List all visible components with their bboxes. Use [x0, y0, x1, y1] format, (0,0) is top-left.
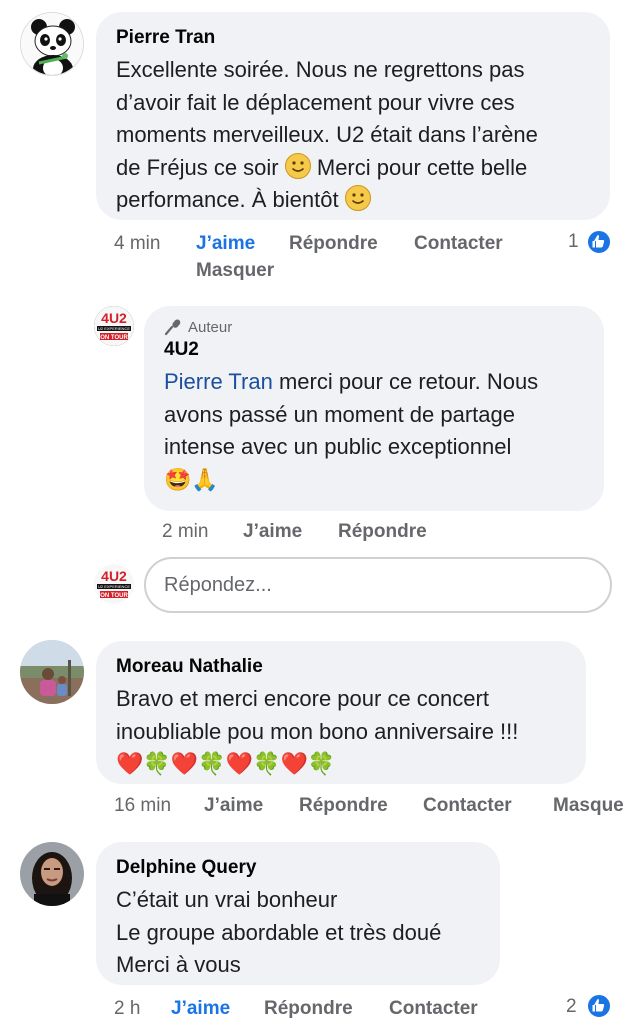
reply-line: Pierre Tran merci pour ce retour. Nous [164, 366, 584, 399]
logo-tagline: U2 EXPERIENCE [98, 326, 130, 331]
logo-text: 4U2 [101, 568, 127, 584]
smile-emoji-icon [284, 152, 311, 179]
reply-input-placeholder: Répondez... [164, 573, 272, 596]
mention-link[interactable]: Pierre Tran [164, 369, 273, 394]
heart-emoji-icon: ❤️ [225, 751, 254, 776]
heart-emoji-icon: ❤️ [116, 751, 144, 776]
like-count[interactable]: 2 [566, 996, 577, 1018]
like-button[interactable]: J’aime [171, 996, 230, 1022]
profile-photo-icon [20, 640, 84, 704]
reply-line-part: merci pour ce retour. Nous [278, 369, 539, 394]
like-button[interactable]: J’aime [196, 231, 255, 257]
heart-emoji-icon: ❤️ [170, 751, 199, 776]
comment-line: de Fréjus ce soir Merci pour cette belle [116, 152, 590, 185]
reply-text: Pierre Tran merci pour ce retour. Nous a… [164, 366, 584, 496]
logo-tagline: U2 EXPERIENCE [98, 584, 130, 589]
heart-emoji-icon: ❤️ [280, 751, 308, 776]
profile-photo-icon [20, 842, 84, 906]
comment-bubble: Moreau Nathalie Bravo et merci encore po… [96, 641, 586, 784]
reply-button[interactable]: Répondre [264, 996, 353, 1022]
hide-button[interactable]: Masque [553, 793, 624, 819]
contact-button[interactable]: Contacter [414, 231, 503, 257]
avatar[interactable] [20, 640, 84, 704]
comment-bubble: Delphine Query C’était un vrai bonheur L… [96, 842, 500, 985]
reply-button[interactable]: Répondre [289, 231, 378, 257]
avatar[interactable]: 4U2 U2 EXPERIENCE ON TOUR [94, 306, 134, 346]
contact-button[interactable]: Contacter [389, 996, 478, 1022]
comment-line: moments merveilleux. U2 était dans l’arè… [116, 122, 538, 147]
comment-line-part: performance. À bientôt [116, 187, 339, 212]
logo-text: 4U2 [101, 310, 127, 326]
comment-author[interactable]: Moreau Nathalie [116, 655, 566, 679]
praying-hands-emoji-icon: 🙏 [191, 466, 219, 492]
like-count[interactable]: 1 [568, 231, 579, 253]
smile-emoji-icon [344, 185, 371, 211]
logo-tour: ON TOUR [100, 593, 128, 599]
comment-line: performance. À bientôt [116, 184, 590, 217]
reply-line: avons passé un moment de partage [164, 401, 516, 427]
comment-author[interactable]: Pierre Tran [116, 26, 590, 50]
timestamp: 4 min [114, 233, 161, 254]
star-struck-emoji-icon: 🤩 [164, 466, 192, 492]
like-button[interactable]: J’aime [243, 519, 302, 545]
reply-bubble: Auteur 4U2 Pierre Tran merci pour ce ret… [144, 306, 604, 511]
comment-line: inoubliable pou mon bono anniversaire !!… [116, 718, 519, 744]
comment-line: Excellente soirée. Nous ne regrettons pa… [116, 57, 525, 82]
4u2-logo-icon: 4U2 U2 EXPERIENCE ON TOUR [94, 306, 134, 346]
reply-emoji-line: 🤩🙏 [164, 464, 584, 497]
comment-text: Bravo et merci encore pour ce concert in… [116, 683, 566, 781]
avatar[interactable] [20, 842, 84, 906]
comment-text: Excellente soirée. Nous ne regrettons pa… [116, 54, 590, 217]
comment-line: Le groupe abordable et très doué [116, 919, 442, 945]
timestamp: 2 min [162, 521, 209, 542]
hide-button[interactable]: Masquer [196, 258, 274, 284]
comment-line: Bravo et merci encore pour ce concert [116, 686, 489, 711]
panda-icon [21, 13, 83, 75]
avatar: 4U2 U2 EXPERIENCE ON TOUR [94, 564, 134, 604]
timestamp: 16 min [114, 795, 172, 816]
clover-emoji-icon: 🍀 [253, 751, 281, 776]
comment-emoji-line: ❤️🍀❤️🍀❤️🍀❤️🍀 [116, 748, 566, 781]
like-reaction-icon[interactable] [586, 993, 612, 1019]
avatar[interactable] [20, 12, 84, 76]
like-reaction-icon[interactable] [586, 229, 612, 255]
comment-line: d’avoir fait le déplacement pour vivre c… [116, 89, 515, 115]
comment-bubble: Pierre Tran Excellente soirée. Nous ne r… [96, 12, 610, 220]
contact-button[interactable]: Contacter [423, 793, 512, 819]
like-button[interactable]: J’aime [204, 793, 263, 819]
reply-button[interactable]: Répondre [299, 793, 388, 819]
reply-actions: 2 min J’aime Répondre [162, 519, 562, 545]
clover-emoji-icon: 🍀 [307, 751, 336, 776]
clover-emoji-icon: 🍀 [143, 751, 171, 776]
comment-text: C’était un vrai bonheur Le groupe aborda… [116, 884, 480, 982]
logo-tour: ON TOUR [100, 335, 128, 341]
comment-line: C’était un vrai bonheur [116, 887, 338, 912]
comment-line-part: de Fréjus ce soir [116, 154, 279, 180]
comment-line-part: Merci pour cette belle [316, 154, 528, 180]
4u2-logo-icon: 4U2 U2 EXPERIENCE ON TOUR [94, 564, 134, 604]
microphone-icon [164, 319, 181, 336]
comment-actions: 2 h J’aime Répondre Contacter [114, 996, 554, 1022]
clover-emoji-icon: 🍀 [198, 751, 226, 776]
comment-line: Merci à vous [116, 952, 241, 977]
comment-actions: 4 min J’aime Répondre Contacter Masquer [114, 231, 614, 287]
author-badge-label: Auteur [188, 318, 233, 336]
comment-author[interactable]: Delphine Query [116, 856, 480, 880]
reply-author[interactable]: 4U2 [164, 338, 584, 362]
reply-button[interactable]: Répondre [338, 519, 427, 545]
timestamp: 2 h [114, 998, 141, 1019]
reply-input[interactable]: Répondez... [144, 557, 612, 613]
reply-line: intense avec un public exceptionnel [164, 434, 512, 459]
comment-actions: 16 min J’aime Répondre Contacter Masque [114, 793, 632, 819]
author-badge: Auteur [164, 318, 584, 336]
